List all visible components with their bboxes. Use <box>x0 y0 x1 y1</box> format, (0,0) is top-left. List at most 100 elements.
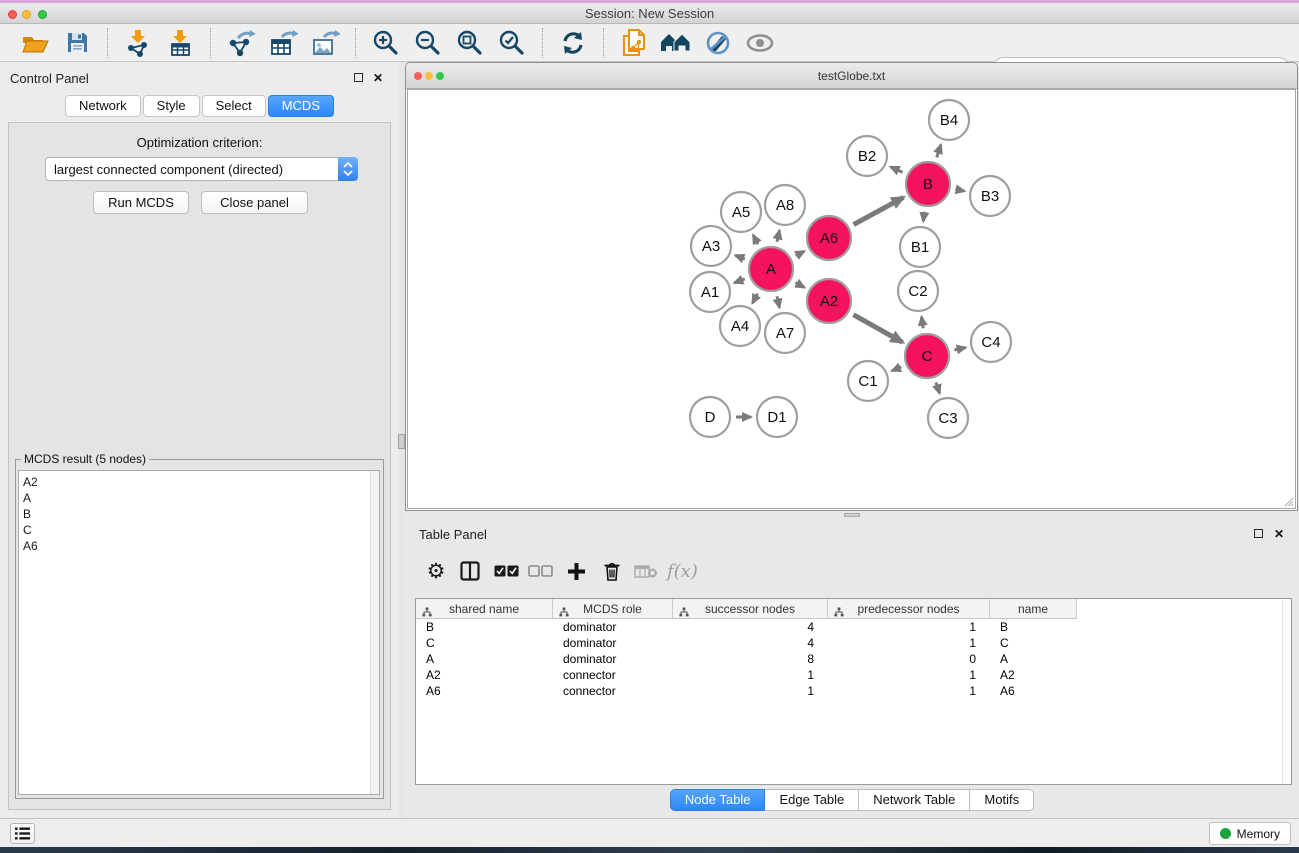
result-item[interactable]: A2 <box>23 474 379 490</box>
table-cell[interactable]: 1 <box>828 683 990 699</box>
table-cell[interactable]: A <box>416 651 553 667</box>
refresh-icon[interactable] <box>557 27 589 59</box>
zoom-in-icon[interactable] <box>370 27 402 59</box>
graph-edge-B-B1[interactable] <box>923 212 924 221</box>
graph-edge-A-A7[interactable] <box>777 296 779 307</box>
table-cell[interactable]: A2 <box>990 667 1077 683</box>
graph-edge-A-A5[interactable] <box>753 235 758 244</box>
divider-handle[interactable] <box>398 434 405 449</box>
task-history-button[interactable] <box>10 823 35 844</box>
graph-edge-B-B3[interactable] <box>955 189 964 191</box>
tab-network-table[interactable]: Network Table <box>859 789 970 811</box>
table-cell[interactable]: B <box>990 619 1077 635</box>
table-cell[interactable]: connector <box>553 683 673 699</box>
table-row[interactable]: A6connector11A6 <box>416 683 1291 699</box>
graph-edge-A-A1[interactable] <box>734 279 744 283</box>
table-settings-gear-icon[interactable]: ⚙ <box>423 556 449 586</box>
result-scrollbar[interactable] <box>370 471 379 794</box>
tab-network[interactable]: Network <box>65 95 141 117</box>
close-panel-icon[interactable]: ✕ <box>1274 527 1284 541</box>
open-file-icon[interactable] <box>19 27 51 59</box>
eye-icon[interactable] <box>744 27 776 59</box>
table-cell[interactable]: dominator <box>553 651 673 667</box>
memory-button[interactable]: Memory <box>1209 822 1291 845</box>
table-cell[interactable]: A2 <box>416 667 553 683</box>
optimization-criterion-select[interactable]: largest connected component (directed) <box>45 157 358 181</box>
column-header-name[interactable]: name <box>990 599 1077 619</box>
column-header-shared-name[interactable]: shared name <box>416 599 553 619</box>
tab-edge-table[interactable]: Edge Table <box>765 789 859 811</box>
table-cell[interactable]: 8 <box>673 651 828 667</box>
table-cell[interactable]: A6 <box>990 683 1077 699</box>
zoom-fit-icon[interactable] <box>454 27 486 59</box>
import-table-icon[interactable] <box>164 27 196 59</box>
table-cell[interactable]: A6 <box>416 683 553 699</box>
table-cell[interactable]: 1 <box>828 635 990 651</box>
table-cell[interactable]: 1 <box>828 667 990 683</box>
column-header-successor-nodes[interactable]: successor nodes <box>673 599 828 619</box>
graph-edge-B-B2[interactable] <box>891 167 903 172</box>
resize-grip-icon[interactable] <box>1282 495 1294 507</box>
network-window-titlebar[interactable]: testGlobe.txt <box>406 63 1297 89</box>
column-visibility-icon[interactable] <box>457 556 483 586</box>
graph-edge-C-C1[interactable] <box>892 367 901 371</box>
split-handle[interactable] <box>844 513 860 517</box>
table-cell[interactable]: 1 <box>828 619 990 635</box>
home-icon[interactable] <box>660 27 692 59</box>
table-cell[interactable]: connector <box>553 667 673 683</box>
graph-edge-A6-B[interactable] <box>854 197 904 224</box>
graph-edge-A-A2[interactable] <box>796 283 805 288</box>
table-cell[interactable]: B <box>416 619 553 635</box>
float-panel-icon[interactable] <box>1254 529 1263 538</box>
tab-mcds[interactable]: MCDS <box>268 95 334 117</box>
table-cell[interactable]: C <box>990 635 1077 651</box>
result-item[interactable]: B <box>23 506 379 522</box>
tab-node-table[interactable]: Node Table <box>670 789 766 811</box>
table-cell[interactable]: 0 <box>828 651 990 667</box>
table-cell[interactable]: dominator <box>553 635 673 651</box>
result-item[interactable]: A6 <box>23 538 379 554</box>
tab-motifs[interactable]: Motifs <box>970 789 1034 811</box>
close-panel-button[interactable]: Close panel <box>201 191 308 214</box>
graph-edge-C-C2[interactable] <box>922 317 924 329</box>
tab-style[interactable]: Style <box>143 95 200 117</box>
tab-select[interactable]: Select <box>202 95 266 117</box>
node-table[interactable]: shared nameMCDS rolesuccessor nodesprede… <box>415 598 1292 785</box>
network-graph[interactable]: AA1A2A3A4A5A6A7A8BB1B2B3B4CC1C2C3C4DD1 <box>408 90 1297 509</box>
network-canvas[interactable]: AA1A2A3A4A5A6A7A8BB1B2B3B4CC1C2C3C4DD1 <box>407 89 1296 509</box>
result-item[interactable]: C <box>23 522 379 538</box>
table-row[interactable]: Adominator80A <box>416 651 1291 667</box>
graph-edge-A-A6[interactable] <box>796 251 805 256</box>
zoom-selected-icon[interactable] <box>496 27 528 59</box>
table-row[interactable]: Bdominator41B <box>416 619 1291 635</box>
export-image-icon[interactable] <box>309 27 341 59</box>
table-row[interactable]: Cdominator41C <box>416 635 1291 651</box>
table-cell[interactable]: 4 <box>673 619 828 635</box>
graph-edge-C-C3[interactable] <box>936 383 940 394</box>
graph-edge-B-B4[interactable] <box>937 145 941 158</box>
import-network-icon[interactable] <box>122 27 154 59</box>
graph-edge-A-A4[interactable] <box>752 294 757 304</box>
table-cell[interactable]: A <box>990 651 1077 667</box>
table-row[interactable]: A2connector11A2 <box>416 667 1291 683</box>
table-cell[interactable]: 1 <box>673 667 828 683</box>
close-panel-icon[interactable]: ✕ <box>373 71 383 85</box>
export-network-icon[interactable] <box>225 27 257 59</box>
table-cell[interactable]: C <box>416 635 553 651</box>
column-header-MCDS-role[interactable]: MCDS role <box>553 599 673 619</box>
table-cell[interactable]: dominator <box>553 619 673 635</box>
graph-edge-A2-C[interactable] <box>853 315 902 343</box>
add-column-icon[interactable] <box>563 556 589 586</box>
graph-edge-A-A8[interactable] <box>777 230 779 241</box>
run-mcds-button[interactable]: Run MCDS <box>93 191 189 214</box>
network-file-icon[interactable] <box>618 27 650 59</box>
float-panel-icon[interactable] <box>354 73 363 82</box>
deselect-all-icon[interactable] <box>527 556 553 586</box>
table-cell[interactable]: 4 <box>673 635 828 651</box>
export-table-icon[interactable] <box>267 27 299 59</box>
delete-column-trash-icon[interactable] <box>599 556 625 586</box>
graph-edge-C-C4[interactable] <box>954 348 965 350</box>
column-header-predecessor-nodes[interactable]: predecessor nodes <box>828 599 990 619</box>
save-session-icon[interactable] <box>61 27 93 59</box>
result-item[interactable]: A <box>23 490 379 506</box>
